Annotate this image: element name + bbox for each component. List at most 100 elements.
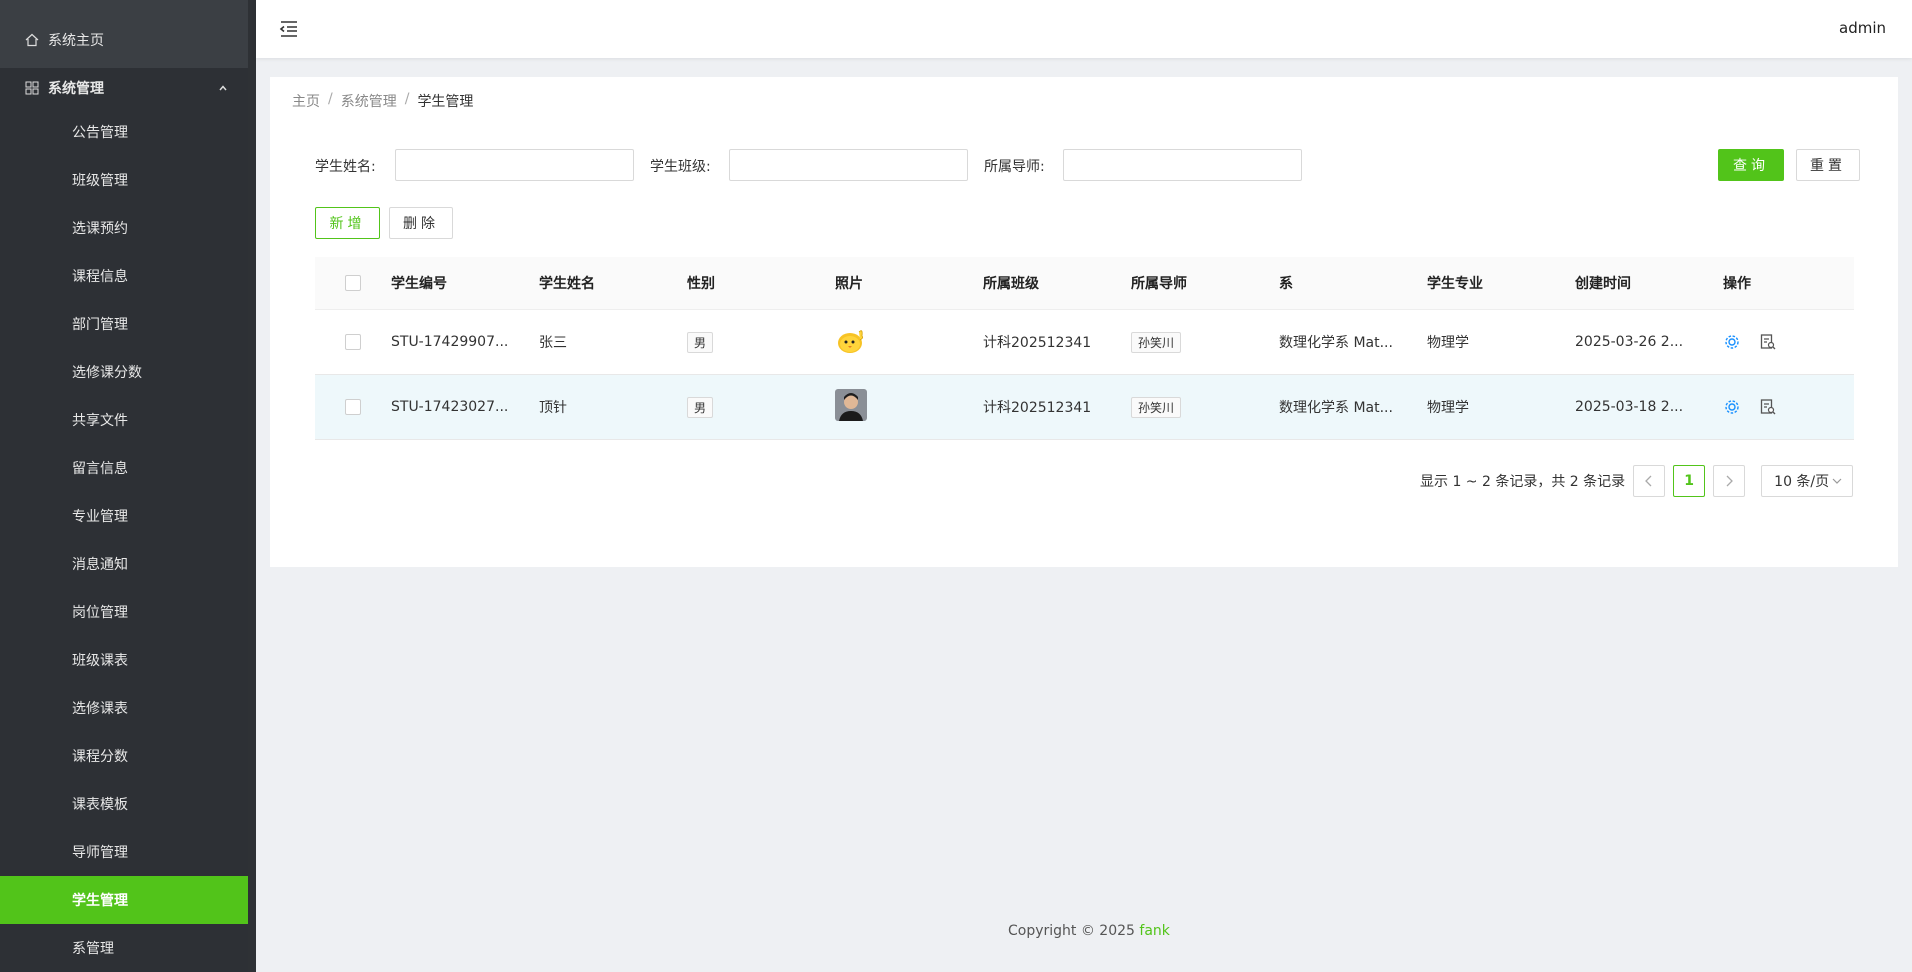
sidebar-item[interactable]: 岗位管理 — [0, 588, 248, 636]
sidebar-item[interactable]: 选课预约 — [0, 204, 248, 252]
chevron-up-icon — [219, 85, 227, 91]
cell-major: 物理学 — [1427, 400, 1469, 416]
cell-ops — [1723, 398, 1871, 416]
cell-time: 2025-03-18 2... — [1575, 399, 1684, 415]
sidebar: 系统主页 系统管理 公告管理 班级管理 选课预约 课程信息 部门管理 选修课分数 共享文件留… — [0, 0, 256, 972]
student-class-input[interactable] — [729, 149, 968, 181]
sidebar-item[interactable]: 学生管理 — [0, 876, 248, 924]
view-detail-icon[interactable] — [1759, 398, 1777, 416]
sidebar-item[interactable]: 选修课分数 — [0, 348, 248, 396]
chevron-left-icon — [1645, 475, 1652, 487]
cell-ops — [1723, 333, 1871, 351]
cell-major: 物理学 — [1427, 335, 1469, 351]
page-size-select[interactable]: 10 条/页 — [1761, 465, 1854, 497]
sidebar-item[interactable]: 专业管理 — [0, 492, 248, 540]
page-size-value: 10 条/页 — [1774, 474, 1830, 490]
delete-button[interactable]: 删除 — [389, 207, 453, 239]
cell-tutor: 孙笑川 — [1131, 396, 1279, 418]
row-checkbox[interactable] — [345, 334, 361, 350]
next-page-button[interactable] — [1713, 465, 1746, 497]
sidebar-item[interactable]: 班级管理 — [0, 156, 248, 204]
prev-page-button[interactable] — [1633, 465, 1666, 497]
cell-photo — [835, 389, 983, 425]
chevron-right-icon — [1726, 475, 1734, 487]
sidebar-item[interactable]: 部门管理 — [0, 300, 248, 348]
sidebar-item[interactable]: 导师管理 — [0, 828, 248, 876]
grid-icon — [24, 80, 40, 96]
tutor-tag: 孙笑川 — [1131, 331, 1182, 353]
table-header: 学生编号 学生姓名 性别 照片 所属班级 所属导师 系 学生专业 创建时间 操作 — [315, 257, 1854, 310]
sidebar-group-system[interactable]: 系统管理 — [0, 68, 248, 108]
breadcrumb-current: 学生管理 — [417, 94, 474, 110]
tutor-input[interactable] — [1063, 149, 1302, 181]
add-button[interactable]: 新增 — [315, 207, 380, 239]
header-major: 学生专业 — [1427, 276, 1483, 292]
header-tutor: 所属导师 — [1131, 276, 1187, 292]
cell-time: 2025-03-26 2... — [1575, 334, 1684, 350]
cell-dept: 数理化学系 Mat... — [1279, 400, 1393, 416]
cell-dept: 数理化学系 Mat... — [1279, 335, 1393, 351]
header-sex: 性别 — [687, 276, 715, 292]
view-detail-icon[interactable] — [1759, 333, 1777, 351]
breadcrumb-home[interactable]: 主页 — [292, 91, 320, 111]
header-name: 学生姓名 — [539, 276, 595, 292]
header-class: 所属班级 — [983, 276, 1039, 292]
row-select-cell — [315, 334, 391, 350]
cell-class: 计科202512341 — [983, 400, 1092, 416]
tutor-label: 所属导师: — [984, 159, 1045, 175]
sidebar-item-home[interactable]: 系统主页 — [0, 26, 248, 54]
sidebar-edge — [248, 0, 256, 972]
header-code: 学生编号 — [391, 276, 447, 292]
chevron-down-icon — [1832, 478, 1842, 484]
user-name[interactable]: admin — [1839, 19, 1886, 37]
table-row: STU-17429907... 张三 男 计科202512341 孙笑川 数理化… — [315, 310, 1854, 375]
sidebar-item[interactable]: 留言信息 — [0, 444, 248, 492]
cell-sex: 男 — [687, 396, 835, 418]
student-name-input[interactable] — [395, 149, 634, 181]
cell-name: 张三 — [539, 335, 567, 351]
sidebar-item[interactable]: 公告管理 — [0, 108, 248, 156]
sidebar-item[interactable]: 消息通知 — [0, 540, 248, 588]
sidebar-item[interactable]: 班级课表 — [0, 636, 248, 684]
sidebar-submenu: 公告管理 班级管理 选课预约 课程信息 部门管理 选修课分数 共享文件 留言信息 专业管理 消息通… — [0, 108, 248, 972]
footer: Copyright © 2025 fank — [1008, 923, 1170, 939]
sidebar-item[interactable]: 共享文件 — [0, 396, 248, 444]
select-all-checkbox[interactable] — [345, 275, 361, 291]
breadcrumb-system[interactable]: 系统管理 — [341, 91, 397, 111]
menu-fold-icon[interactable] — [278, 18, 300, 40]
sidebar-item-label: 系统主页 — [48, 33, 104, 49]
sidebar-item[interactable]: 课程分数 — [0, 732, 248, 780]
sidebar-item[interactable]: 课表模板 — [0, 780, 248, 828]
query-button[interactable]: 查询 — [1718, 149, 1784, 181]
cell-name: 顶针 — [539, 400, 567, 416]
footer-brand-link[interactable]: fank — [1139, 923, 1170, 939]
table-row: STU-17423027... 顶针 男 计科202512341 孙笑川 数理化… — [315, 375, 1854, 440]
page-number-button[interactable]: 1 — [1673, 465, 1706, 497]
pagination-summary: 显示 1 ~ 2 条记录，共 2 条记录 — [1420, 474, 1626, 490]
portrait-avatar[interactable] — [835, 389, 867, 421]
cell-photo — [835, 324, 983, 360]
reset-button[interactable]: 重置 — [1796, 149, 1860, 181]
cartoon-chick-avatar[interactable] — [835, 324, 867, 356]
pagination: 显示 1 ~ 2 条记录，共 2 条记录 1 10 条/页 — [1420, 465, 1854, 497]
sidebar-item[interactable]: 课程信息 — [0, 252, 248, 300]
row-checkbox[interactable] — [345, 399, 361, 415]
sex-tag: 男 — [687, 396, 714, 418]
sidebar-item[interactable]: 系管理 — [0, 924, 248, 972]
select-all-cell — [315, 275, 391, 291]
cell-tutor: 孙笑川 — [1131, 331, 1279, 353]
gear-icon[interactable] — [1723, 333, 1741, 351]
cell-class: 计科202512341 — [983, 335, 1092, 351]
breadcrumb-separator: / — [404, 91, 410, 107]
student-class-label: 学生班级: — [650, 159, 711, 175]
row-select-cell — [315, 399, 391, 415]
cell-sex: 男 — [687, 331, 835, 353]
top-header: admin — [256, 0, 1912, 58]
copyright-text: Copyright © 2025 — [1008, 923, 1140, 939]
cell-code: STU-17423027... — [391, 399, 509, 415]
gear-icon[interactable] — [1723, 398, 1741, 416]
sidebar-group-label: 系统管理 — [48, 81, 104, 97]
tutor-tag: 孙笑川 — [1131, 396, 1182, 418]
sex-tag: 男 — [687, 331, 714, 353]
sidebar-item[interactable]: 选修课表 — [0, 684, 248, 732]
